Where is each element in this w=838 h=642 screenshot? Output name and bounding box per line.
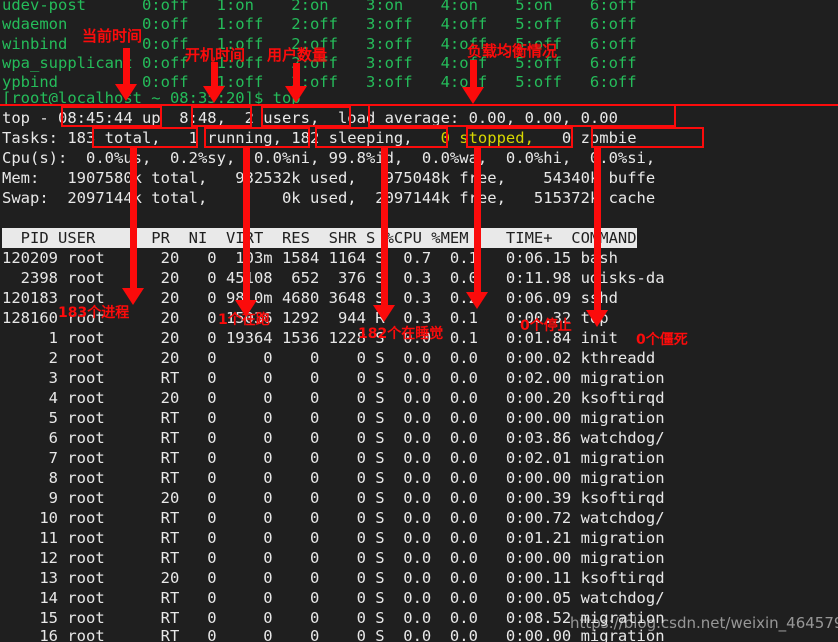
top-tasks-line: Tasks: 183 total, 1 running, 182 sleepin… bbox=[2, 128, 637, 148]
table-row[interactable]: 2 root 20 0 0 0 0 S 0.0 0.0 0:00.02 kthr… bbox=[2, 348, 656, 368]
table-row[interactable]: 6 root RT 0 0 0 0 S 0.0 0.0 0:03.86 watc… bbox=[2, 428, 665, 448]
table-row[interactable]: 5 root RT 0 0 0 0 S 0.0 0.0 0:00.00 migr… bbox=[2, 408, 665, 428]
scrollback-line: udev-post 0:off 1:on 2:on 3:on 4:on 5:on… bbox=[2, 0, 637, 14]
top-summary-line1: top - 08:45:44 up 8:48, 2 users, load av… bbox=[2, 109, 618, 127]
table-row[interactable]: 9 root 20 0 0 0 0 S 0.0 0.0 0:00.39 ksof… bbox=[2, 488, 665, 508]
terminal-text-layer: udev-post 0:off 1:on 2:on 3:on 4:on 5:on… bbox=[0, 0, 838, 642]
terminal-screen[interactable]: udev-post 0:off 1:on 2:on 3:on 4:on 5:on… bbox=[0, 0, 838, 642]
table-row[interactable]: 15 root RT 0 0 0 0 S 0.0 0.0 0:08.52 mig… bbox=[2, 608, 664, 628]
table-row[interactable]: 1 root 20 0 19364 1536 1228 S 0.0 0.1 0:… bbox=[2, 328, 618, 348]
table-row[interactable]: 8 root RT 0 0 0 0 S 0.0 0.0 0:00.00 migr… bbox=[2, 468, 665, 488]
table-row[interactable]: 16 root RT 0 0 0 0 S 0.0 0.0 0:00.00 mig… bbox=[2, 626, 664, 642]
table-row[interactable]: 10 root RT 0 0 0 0 S 0.0 0.0 0:00.72 wat… bbox=[2, 508, 664, 528]
shell-prompt-line: [root@localhost ~ 08:35:20]$ top bbox=[2, 89, 301, 107]
table-row[interactable]: 120183 root 20 0 98.0m 4680 3648 S 0.3 0… bbox=[2, 288, 618, 308]
table-row[interactable]: 13 root 20 0 0 0 0 S 0.0 0.0 0:00.11 kso… bbox=[2, 568, 664, 588]
scrollback-line: wdaemon 0:off 1:off 2:off 3:off 4:off 5:… bbox=[2, 15, 637, 33]
scrollback-line: wpa_supplicant 0:off 1:off 2:off 3:off 4… bbox=[2, 54, 637, 72]
table-row[interactable]: 120209 root 20 0 103m 1584 1164 S 0.7 0.… bbox=[2, 248, 618, 268]
watermark: https://blog.csdn.net/weixin_46457946 bbox=[570, 614, 838, 632]
table-row[interactable]: 7 root RT 0 0 0 0 S 0.0 0.0 0:02.01 migr… bbox=[2, 448, 665, 468]
top-cpu-line: Cpu(s): 0.0%us, 0.2%sy, 0.0%ni, 99.8%id,… bbox=[2, 149, 656, 167]
table-row[interactable]: 14 root RT 0 0 0 0 S 0.0 0.0 0:00.05 wat… bbox=[2, 588, 664, 608]
tasks-stopped-value: 0 stopped, bbox=[440, 129, 534, 147]
table-row[interactable]: 11 root RT 0 0 0 0 S 0.0 0.0 0:01.21 mig… bbox=[2, 528, 664, 548]
table-row[interactable]: 4 root 20 0 0 0 0 S 0.0 0.0 0:00.20 ksof… bbox=[2, 388, 665, 408]
tasks-prefix: Tasks: 183 total, 1 running, 182 sleepin… bbox=[2, 129, 441, 147]
scrollback-line: winbind 0:off 1:off 2:off 3:off 4:off 5:… bbox=[2, 35, 637, 53]
top-swap-line: Swap: 2097144k total, 0k used, 2097144k … bbox=[2, 189, 656, 207]
tasks-zombie-value: 0 zombie bbox=[533, 129, 637, 147]
table-row[interactable]: 2398 root 20 0 45108 652 376 S 0.3 0.0 0… bbox=[2, 268, 665, 288]
table-row[interactable]: 12 root RT 0 0 0 0 S 0.0 0.0 0:00.00 mig… bbox=[2, 548, 664, 568]
top-mem-line: Mem: 1907580k total, 932532k used, 97504… bbox=[2, 169, 656, 187]
table-row[interactable]: 3 root RT 0 0 0 0 S 0.0 0.0 0:02.00 migr… bbox=[2, 368, 665, 388]
table-row[interactable]: 128160 root 20 0 15036 1292 944 R 0.3 0.… bbox=[2, 308, 609, 328]
process-table-header: PID USER PR NI VIRT RES SHR S %CPU %MEM … bbox=[2, 228, 637, 248]
